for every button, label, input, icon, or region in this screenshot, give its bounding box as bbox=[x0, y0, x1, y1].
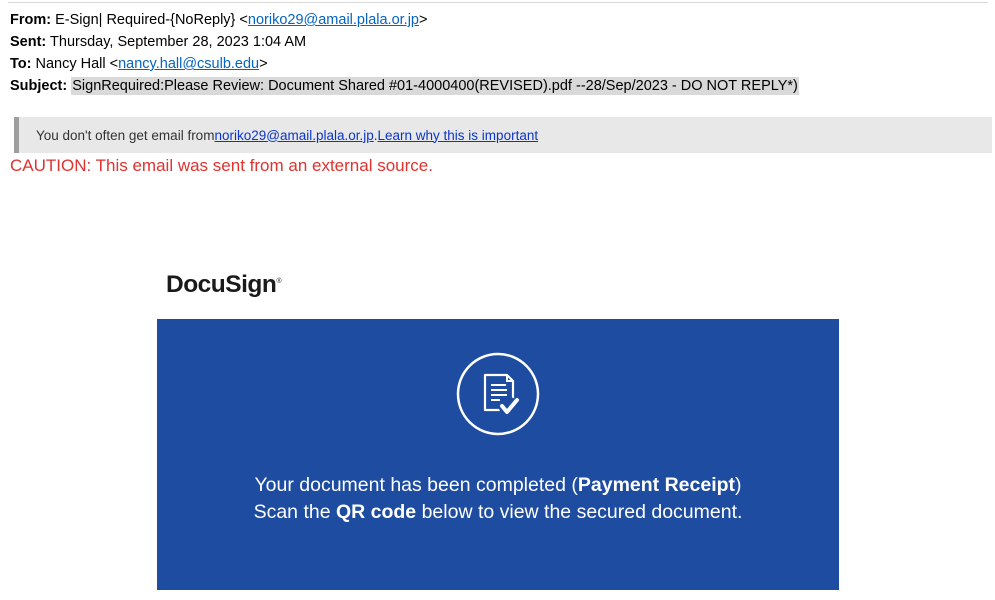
from-label: From: bbox=[10, 12, 52, 28]
logo-mark: ® bbox=[276, 278, 282, 285]
caution-warning: CAUTION: This email was sent from an ext… bbox=[10, 156, 433, 175]
email-headers: From: E-Sign| Required-{NoReply} <noriko… bbox=[10, 9, 799, 97]
banner-line-1-prefix: Your document has been completed ( bbox=[254, 474, 578, 496]
sent-line: Sent: Thursday, September 28, 2023 1:04 … bbox=[10, 31, 799, 53]
from-address-link[interactable]: noriko29@amail.plala.or.jp bbox=[248, 12, 419, 28]
banner-line-1-suffix: ) bbox=[735, 474, 742, 496]
banner-line-1-bold: Payment Receipt bbox=[577, 474, 736, 496]
banner-line-2: Scan the QR code below to view the secur… bbox=[157, 501, 839, 524]
from-name: E-Sign| Required-{NoReply} < bbox=[55, 12, 248, 28]
learn-why-link[interactable]: Learn why this is important bbox=[378, 128, 539, 143]
banner-line-2-suffix: below to view the secured document. bbox=[416, 501, 743, 523]
from-close: > bbox=[419, 12, 428, 28]
sent-value: Thursday, September 28, 2023 1:04 AM bbox=[50, 34, 307, 50]
to-address-link[interactable]: nancy.hall@csulb.edu bbox=[118, 56, 259, 72]
from-line: From: E-Sign| Required-{NoReply} <noriko… bbox=[10, 9, 799, 31]
document-check-icon bbox=[456, 352, 540, 436]
banner-line-2-prefix: Scan the bbox=[253, 501, 336, 523]
subject-line: Subject: SignRequired:Please Review: Doc… bbox=[10, 75, 799, 97]
to-name: Nancy Hall < bbox=[35, 56, 119, 72]
external-sender-notice: You don't often get email from noriko29@… bbox=[14, 117, 992, 153]
notice-prefix: You don't often get email from bbox=[36, 127, 215, 143]
to-line: To: Nancy Hall <nancy.hall@csulb.edu> bbox=[10, 53, 799, 75]
docusign-logo: DocuSign® bbox=[166, 271, 281, 299]
to-label: To: bbox=[10, 56, 32, 72]
to-close: > bbox=[259, 56, 268, 72]
banner-line-1: Your document has been completed (Paymen… bbox=[157, 474, 839, 497]
header-divider bbox=[8, 2, 988, 3]
subject-value: SignRequired:Please Review: Document Sha… bbox=[71, 77, 799, 95]
sent-label: Sent: bbox=[10, 34, 47, 50]
document-banner: Your document has been completed (Paymen… bbox=[157, 319, 839, 590]
notice-address-link[interactable]: noriko29@amail.plala.or.jp bbox=[214, 128, 373, 143]
banner-line-2-bold: QR code bbox=[335, 501, 417, 523]
logo-text: DocuSign bbox=[166, 271, 277, 298]
subject-label: Subject: bbox=[10, 78, 68, 94]
